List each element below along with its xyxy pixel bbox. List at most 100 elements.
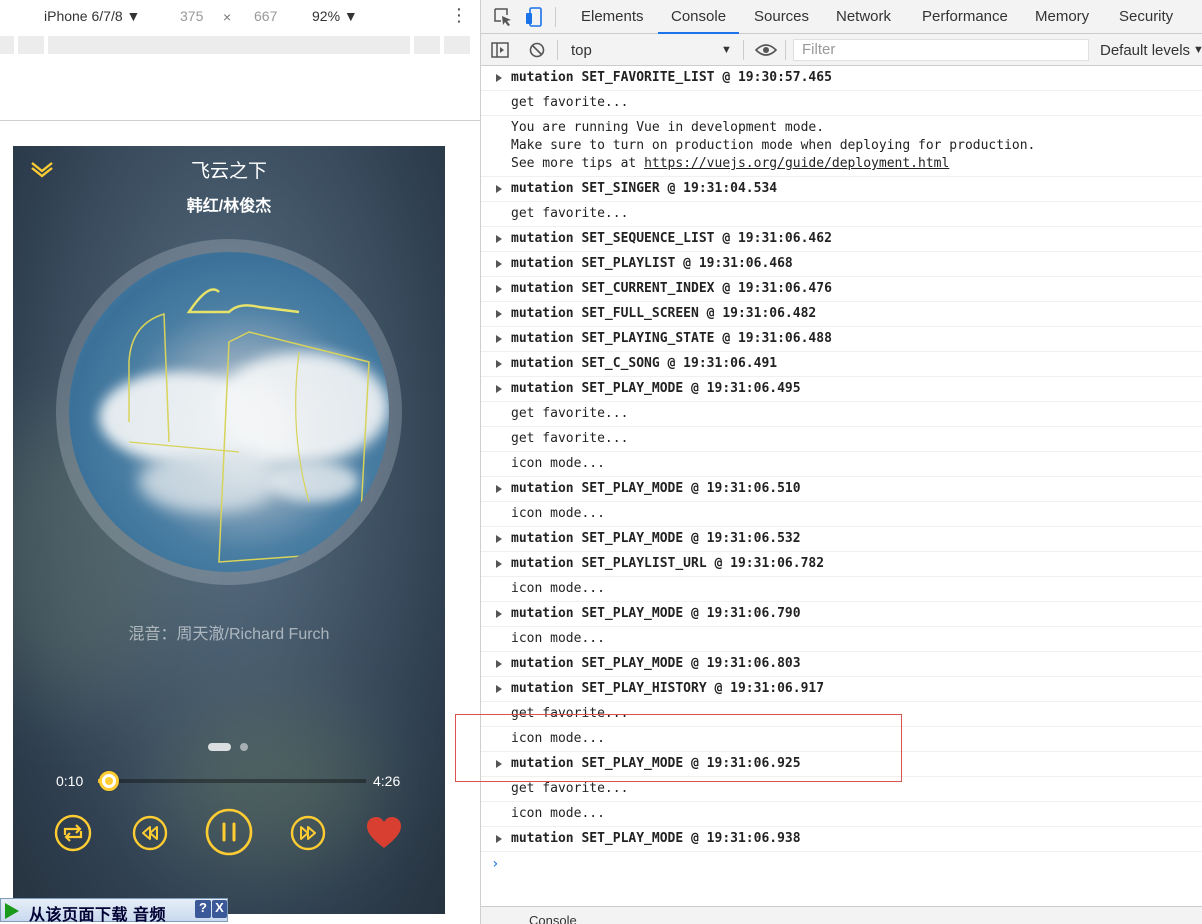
console-mutation-row[interactable]: mutation SET_PLAYING_STATE @ 19:31:06.48… (481, 327, 1202, 352)
help-button[interactable]: ? (195, 900, 211, 918)
console-mutation-row[interactable]: mutation SET_FULL_SCREEN @ 19:31:06.482 (481, 302, 1202, 327)
console-mutation-row[interactable]: mutation SET_PLAY_MODE @ 19:31:06.495 (481, 377, 1202, 402)
console-message-text: mutation SET_PLAY_MODE @ 19:31:06.938 (511, 831, 801, 846)
inspect-element-icon[interactable] (493, 7, 513, 27)
tab-network[interactable]: Network (836, 0, 891, 34)
console-mutation-row[interactable]: mutation SET_C_SONG @ 19:31:06.491 (481, 352, 1202, 377)
device-select[interactable]: iPhone 6/7/8 ▼ (44, 8, 140, 24)
expand-triangle-icon[interactable] (496, 760, 502, 768)
console-message-text: get favorite... (511, 431, 629, 446)
current-time: 0:10 (56, 773, 84, 789)
console-mutation-row[interactable]: mutation SET_SEQUENCE_LIST @ 19:31:06.46… (481, 227, 1202, 252)
expand-triangle-icon[interactable] (496, 310, 502, 318)
expand-triangle-icon[interactable] (496, 535, 502, 543)
singer-name: 韩红/林俊杰 (186, 198, 272, 215)
console-message-text: mutation SET_PLAYLIST @ 19:31:06.468 (511, 256, 793, 271)
expand-triangle-icon[interactable] (496, 74, 502, 82)
console-message-text: mutation SET_PLAY_MODE @ 19:31:06.925 (511, 756, 801, 771)
console-log-row: get favorite... (481, 202, 1202, 227)
device-toolbar: iPhone 6/7/8 ▼ 375 × 667 92% ▼ ⋮ (0, 0, 480, 34)
tab-memory[interactable]: Memory (1035, 0, 1089, 34)
expand-triangle-icon[interactable] (496, 260, 502, 268)
album-cover (69, 252, 389, 572)
console-message-text: See more tips at (511, 156, 645, 171)
console-mutation-row[interactable]: mutation SET_FAVORITE_LIST @ 19:30:57.46… (481, 66, 1202, 91)
console-mutation-row[interactable]: mutation SET_PLAY_MODE @ 19:31:06.938 (481, 827, 1202, 852)
console-mutation-row[interactable]: mutation SET_PLAYLIST @ 19:31:06.468 (481, 252, 1202, 277)
expand-triangle-icon[interactable] (496, 335, 502, 343)
console-mutation-row[interactable]: mutation SET_PLAY_MODE @ 19:31:06.532 (481, 527, 1202, 552)
devtools-tabbar: Elements Console Sources Network Perform… (481, 0, 1202, 34)
zoom-select[interactable]: 92% ▼ (312, 8, 358, 24)
media-query-bar[interactable] (0, 34, 480, 56)
device-toggle-icon[interactable] (525, 7, 545, 27)
console-message-text: You are running Vue in development mode. (511, 120, 825, 135)
context-dropdown-icon[interactable]: ▼ (721, 44, 732, 56)
tab-performance[interactable]: Performance (922, 0, 1008, 34)
console-mutation-row[interactable]: mutation SET_PLAY_MODE @ 19:31:06.925 (481, 752, 1202, 777)
more-options-icon[interactable]: ⋮ (450, 6, 468, 24)
console-message-text: get favorite... (511, 706, 629, 721)
expand-triangle-icon[interactable] (496, 485, 502, 493)
expand-triangle-icon[interactable] (496, 610, 502, 618)
pause-icon[interactable] (204, 807, 254, 857)
dimension-separator: × (223, 9, 232, 25)
console-message-text: mutation SET_SINGER @ 19:31:04.534 (511, 181, 778, 196)
console-mutation-row[interactable]: mutation SET_PLAYLIST_URL @ 19:31:06.782 (481, 552, 1202, 577)
previous-icon[interactable] (130, 813, 170, 853)
console-log-row: get favorite... (481, 777, 1202, 802)
page-dot[interactable] (240, 743, 248, 751)
download-banner[interactable]: 从该页面下载 音频 ? X (0, 898, 228, 924)
console-message-text: mutation SET_PLAYING_STATE @ 19:31:06.48… (511, 331, 832, 346)
phone-screen: 飞云之下 韩红/林俊杰 混音：周天澈/Richard Furch 0:10 4:… (13, 146, 445, 914)
console-prompt[interactable]: › (481, 852, 1202, 876)
console-message-text: mutation SET_FAVORITE_LIST @ 19:30:57.46… (511, 70, 832, 85)
console-mutation-row[interactable]: mutation SET_PLAY_HISTORY @ 19:31:06.917 (481, 677, 1202, 702)
expand-triangle-icon[interactable] (496, 385, 502, 393)
sidebar-toggle-icon[interactable] (491, 42, 509, 58)
favorite-heart-icon[interactable] (365, 815, 403, 851)
console-message-text: icon mode... (511, 806, 605, 821)
clear-console-icon[interactable] (529, 42, 545, 58)
console-message-text: mutation SET_SEQUENCE_LIST @ 19:31:06.46… (511, 231, 832, 246)
progress-bar[interactable] (98, 779, 366, 783)
tab-security[interactable]: Security (1119, 0, 1173, 34)
page-dot-active[interactable] (208, 743, 231, 751)
console-mutation-row[interactable]: mutation SET_CURRENT_INDEX @ 19:31:06.47… (481, 277, 1202, 302)
progress-knob[interactable] (98, 771, 119, 791)
expand-triangle-icon[interactable] (496, 560, 502, 568)
console-mutation-row[interactable]: mutation SET_PLAY_MODE @ 19:31:06.803 (481, 652, 1202, 677)
height-field[interactable]: 667 (254, 8, 277, 24)
tab-console[interactable]: Console (658, 0, 740, 34)
expand-triangle-icon[interactable] (496, 685, 502, 693)
next-icon[interactable] (288, 813, 328, 853)
console-mutation-row[interactable]: mutation SET_SINGER @ 19:31:04.534 (481, 177, 1202, 202)
console-mutation-row[interactable]: mutation SET_PLAY_MODE @ 19:31:06.510 (481, 477, 1202, 502)
close-button[interactable]: X (212, 900, 227, 918)
console-toolbar: top ▼ Filter Default levels ▼ (481, 34, 1202, 66)
drawer-tab-console[interactable]: Console (529, 913, 577, 924)
context-select[interactable]: top (571, 42, 592, 59)
eye-icon[interactable] (755, 43, 777, 57)
expand-triangle-icon[interactable] (496, 235, 502, 243)
devtools-panel: Elements Console Sources Network Perform… (480, 0, 1202, 924)
expand-triangle-icon[interactable] (496, 835, 502, 843)
console-message-text: mutation SET_PLAY_MODE @ 19:31:06.790 (511, 606, 801, 621)
expand-triangle-icon[interactable] (496, 185, 502, 193)
console-mutation-row[interactable]: mutation SET_PLAY_MODE @ 19:31:06.790 (481, 602, 1202, 627)
levels-dropdown-icon[interactable]: ▼ (1193, 44, 1202, 56)
console-message-text: mutation SET_CURRENT_INDEX @ 19:31:06.47… (511, 281, 832, 296)
sequence-mode-icon[interactable] (53, 813, 93, 853)
expand-triangle-icon[interactable] (496, 660, 502, 668)
expand-triangle-icon[interactable] (496, 360, 502, 368)
deployment-guide-link[interactable]: https://vuejs.org/guide/deployment.html (644, 156, 949, 171)
filter-input[interactable]: Filter (793, 39, 1089, 61)
tab-elements[interactable]: Elements (581, 0, 644, 34)
console-log-row: icon mode... (481, 502, 1202, 527)
console-message-text: mutation SET_C_SONG @ 19:31:06.491 (511, 356, 778, 371)
expand-triangle-icon[interactable] (496, 285, 502, 293)
width-field[interactable]: 375 (180, 8, 203, 24)
log-levels-select[interactable]: Default levels (1100, 42, 1190, 59)
tab-sources[interactable]: Sources (754, 0, 809, 34)
download-banner-text[interactable]: 从该页面下载 音频 (29, 901, 166, 924)
